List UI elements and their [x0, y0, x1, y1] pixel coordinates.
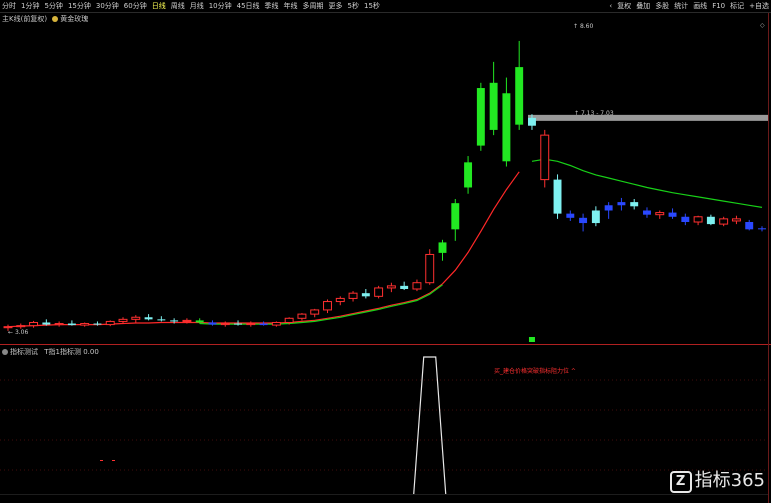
- candle-body: [451, 203, 460, 230]
- candle-body: [348, 292, 358, 299]
- candle-body: [246, 323, 256, 326]
- candle-body: [29, 321, 39, 327]
- candle-body: [323, 301, 332, 311]
- candle-body: [144, 317, 153, 320]
- candle-body: [489, 82, 498, 130]
- candle-body: [706, 216, 715, 225]
- candle-body: [42, 322, 51, 325]
- candle-body: [16, 325, 26, 328]
- candle-body: [208, 322, 217, 325]
- candle-body: [515, 67, 524, 125]
- candle-body: [540, 134, 550, 181]
- small-red-dot: [100, 460, 103, 461]
- candle-body: [528, 117, 536, 126]
- candle-body: [566, 213, 575, 218]
- candle-body: [681, 216, 690, 223]
- candle-body: [297, 313, 307, 319]
- candle-body: [412, 282, 422, 290]
- price-level-bar: [528, 114, 768, 121]
- logo-text: 指标365: [694, 470, 765, 491]
- ma-line-green-early: [199, 284, 443, 325]
- candle-body: [80, 323, 90, 326]
- candle-body: [259, 323, 268, 326]
- candle-body: [719, 218, 729, 225]
- candle-body: [67, 323, 76, 326]
- candle-body: [54, 323, 64, 326]
- candle-body: [195, 320, 204, 323]
- signal-spike: [413, 356, 447, 495]
- candle-body: [105, 320, 115, 326]
- candle-body: [335, 297, 345, 303]
- candle-body: [271, 321, 281, 326]
- candle-body: [502, 93, 511, 162]
- candle-body: [745, 222, 754, 230]
- candle-body: [400, 285, 409, 289]
- candle-body: [386, 285, 396, 289]
- ma-line-green: [531, 158, 763, 208]
- candle-body: [284, 317, 294, 323]
- watermark-logo: Z 指标365: [669, 466, 765, 493]
- candle-body: [668, 212, 677, 217]
- small-red-dot: [112, 460, 115, 461]
- candle-body: [731, 218, 741, 222]
- chart-canvas[interactable]: [0, 0, 771, 503]
- candle-body: [617, 202, 626, 206]
- candle-body: [310, 309, 320, 315]
- candle-body: [758, 228, 766, 230]
- candle-body: [170, 320, 179, 322]
- candle-body: [604, 205, 613, 211]
- candle-body: [579, 217, 588, 224]
- candle-body: [118, 318, 128, 322]
- candle-body: [693, 216, 703, 223]
- candle-body: [643, 210, 651, 215]
- candle-body: [425, 253, 435, 284]
- candle-body: [157, 319, 166, 321]
- candle-body: [553, 179, 562, 214]
- signal-marker: [528, 337, 535, 342]
- candle-body: [131, 316, 141, 320]
- candle-body: [655, 212, 665, 216]
- candle-body: [438, 242, 447, 253]
- candle-body: [3, 326, 13, 329]
- candle-body: [182, 319, 192, 322]
- candle-body: [361, 293, 370, 297]
- candle-body: [234, 323, 242, 325]
- candle-body: [93, 323, 102, 325]
- candle-body: [464, 162, 473, 188]
- candle-body: [374, 287, 384, 297]
- candle-body: [630, 202, 639, 207]
- logo-z-icon: Z: [669, 471, 692, 493]
- candle-body: [476, 88, 485, 146]
- candle-body: [220, 323, 230, 326]
- candle-body: [591, 210, 600, 224]
